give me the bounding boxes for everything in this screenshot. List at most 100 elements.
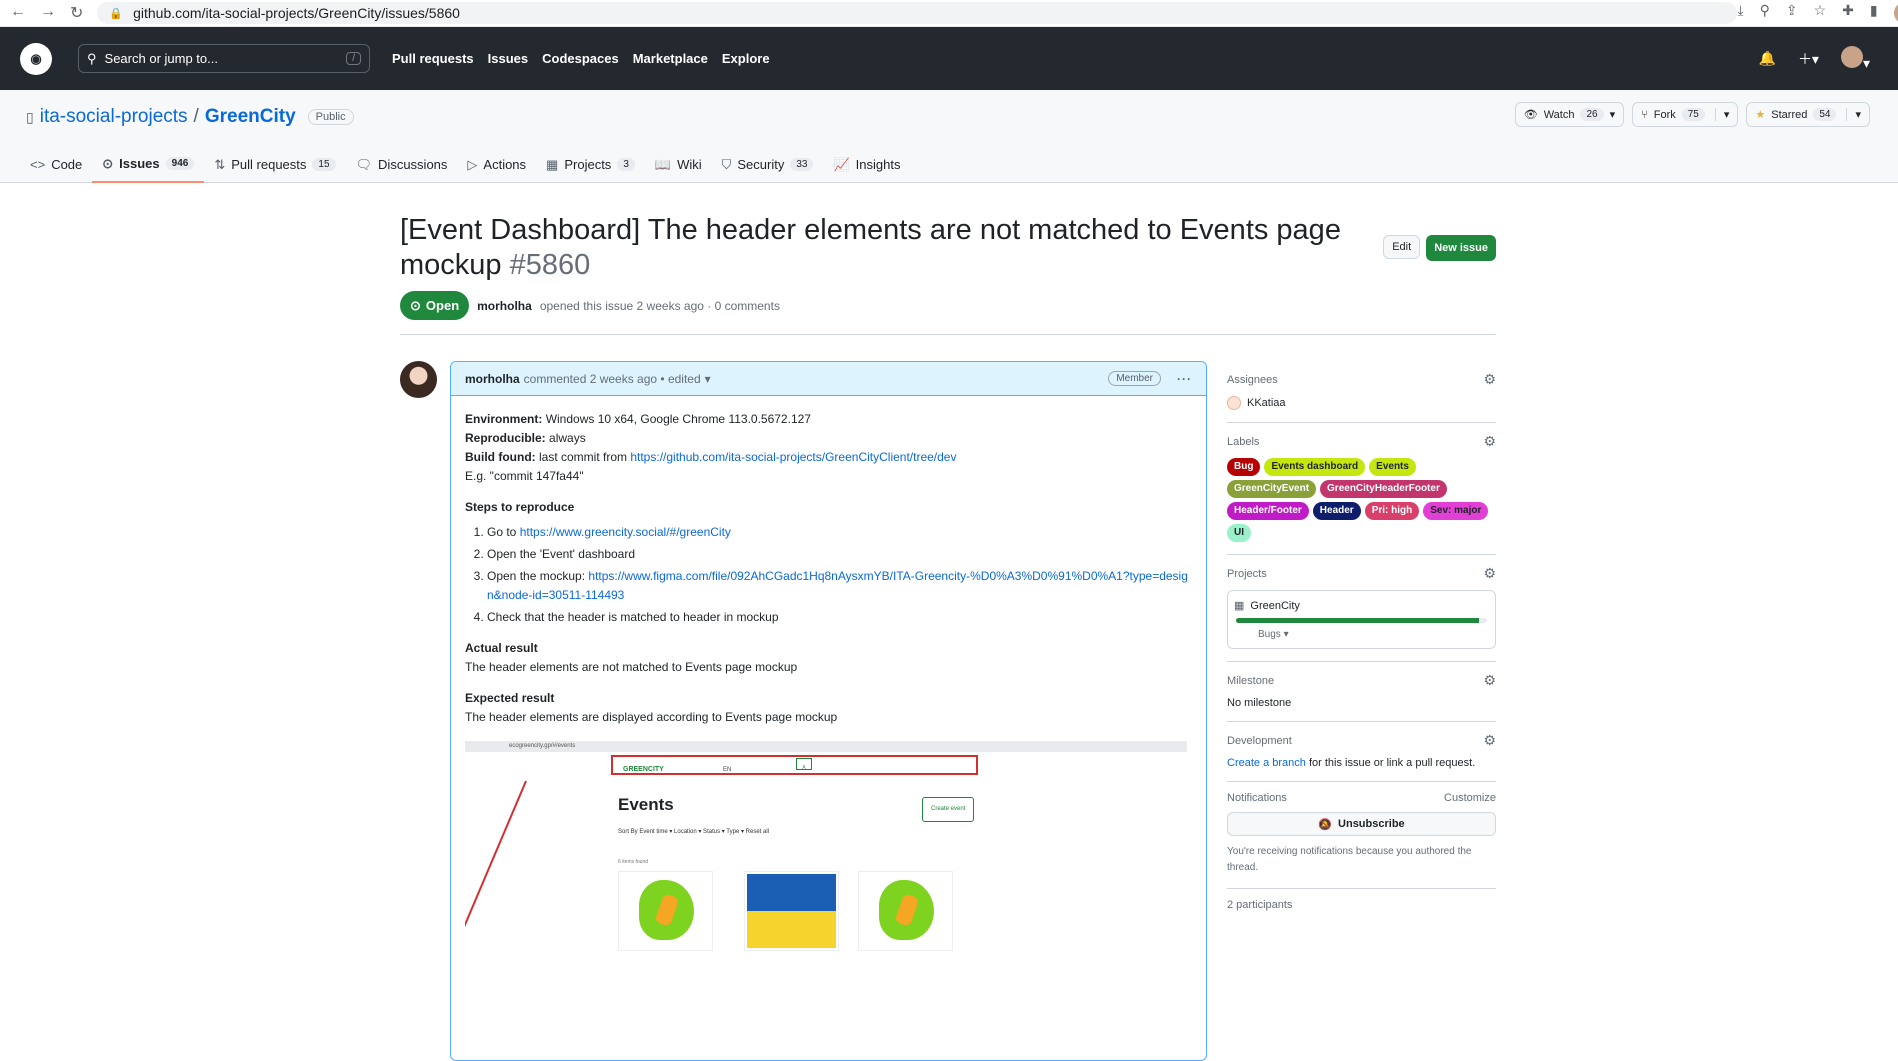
chevron-down-icon[interactable]: ▾ — [1846, 108, 1861, 121]
github-logo-icon[interactable]: ◉ — [20, 42, 52, 75]
step-link[interactable]: https://www.figma.com/file/092AhCGadc1Hq… — [487, 569, 1188, 602]
steps-list: Go to https://www.greencity.social/#/gre… — [487, 523, 1192, 627]
comment-meta[interactable]: commented 2 weeks ago • edited — [524, 372, 701, 386]
gear-icon[interactable]: ⚙ — [1483, 433, 1496, 450]
project-progress-bar — [1236, 618, 1487, 623]
assignee-name: KKatiaa — [1247, 397, 1286, 409]
tab-wiki[interactable]: 📖 Wiki — [645, 146, 712, 183]
assignee-item[interactable]: KKatiaa — [1227, 396, 1496, 410]
edit-title-button[interactable]: Edit — [1383, 235, 1421, 259]
create-new-plus-icon[interactable]: ＋▾ — [1798, 49, 1819, 69]
watch-button[interactable]: 👁 Watch 26 ▾ — [1514, 102, 1625, 127]
unsubscribe-button[interactable]: 🔕 Unsubscribe — [1227, 812, 1496, 836]
star-button[interactable]: ★ Starred 54 ▾ — [1746, 102, 1870, 127]
label-badge[interactable]: Events dashboard — [1264, 458, 1366, 476]
fork-button[interactable]: ⑂ Fork 75 ▾ — [1632, 102, 1739, 127]
reload-icon[interactable]: ↻ — [70, 3, 83, 23]
notifications-bell-icon[interactable]: 🔔 — [1759, 50, 1776, 67]
star-filled-icon: ★ — [1755, 109, 1766, 121]
label-badge[interactable]: GreenCityEvent — [1227, 480, 1317, 498]
customize-link[interactable]: Customize — [1444, 792, 1496, 804]
nav-marketplace[interactable]: Marketplace — [633, 51, 708, 66]
issue-author-link[interactable]: morholha — [477, 299, 532, 313]
new-issue-button[interactable]: New issue — [1426, 235, 1496, 261]
profile-avatar[interactable] — [1893, 2, 1898, 24]
comment-author-avatar[interactable] — [400, 361, 437, 398]
create-branch-link[interactable]: Create a branch — [1227, 757, 1306, 769]
bookmark-star-icon[interactable]: ☆ — [1814, 2, 1827, 24]
watch-label: Watch — [1543, 108, 1575, 121]
tab-actions[interactable]: ▷ Actions — [457, 146, 536, 183]
label-badge[interactable]: Events — [1369, 458, 1416, 476]
gear-icon[interactable]: ⚙ — [1483, 565, 1496, 582]
gear-icon[interactable]: ⚙ — [1483, 371, 1496, 388]
example-line: E.g. "commit 147fa44" — [465, 469, 584, 483]
label-badge[interactable]: Sev: major — [1423, 502, 1489, 520]
label-badge[interactable]: Header — [1312, 502, 1361, 520]
step-text: Go to — [487, 525, 517, 539]
section-title: Assignees — [1227, 373, 1278, 386]
tab-count: 15 — [312, 158, 336, 171]
issue-opened-icon: ⊙ — [102, 155, 114, 171]
label-badge[interactable]: Pri: high — [1364, 502, 1420, 520]
kebab-horizontal-icon[interactable]: ··· — [1177, 372, 1192, 386]
labels-section: Labels ⚙ Bug Events dashboard Events GreenCi… — [1227, 423, 1496, 555]
chevron-down-icon[interactable]: ▾ — [705, 372, 711, 386]
tab-pull-requests[interactable]: ⇅ Pull requests 15 — [204, 146, 345, 183]
tab-label: Insights — [855, 157, 901, 172]
label-badge[interactable]: GreenCityHeaderFooter — [1320, 480, 1447, 498]
label-badge[interactable]: UI — [1227, 524, 1251, 542]
forward-arrow-icon[interactable]: → — [40, 3, 56, 23]
play-icon: ▷ — [467, 156, 478, 172]
global-nav: Pull requests Issues Codespaces Marketpl… — [392, 51, 770, 66]
tab-label: Issues — [119, 156, 160, 171]
zoom-icon[interactable]: ⚲ — [1760, 2, 1770, 24]
tab-security[interactable]: ⛉ Security 33 — [712, 146, 824, 183]
nav-issues[interactable]: Issues — [488, 51, 528, 66]
nav-codespaces[interactable]: Codespaces — [542, 51, 619, 66]
tab-issues[interactable]: ⊙ Issues 946 — [92, 146, 205, 183]
tab-discussions[interactable]: 🗨 Discussions — [346, 146, 458, 183]
download-icon[interactable]: ⤓ — [1737, 2, 1743, 24]
expected-heading: Expected result — [465, 691, 555, 705]
actual-heading: Actual result — [465, 641, 538, 655]
back-arrow-icon[interactable]: ← — [10, 3, 26, 23]
extensions-icon[interactable]: ✚ — [1842, 2, 1854, 24]
project-status[interactable]: Bugs ▾ — [1258, 629, 1489, 640]
repo-owner-link[interactable]: ita-social-projects — [40, 106, 188, 128]
search-icon: ⚲ — [87, 50, 97, 66]
build-line: Build found: last commit from https://gi… — [465, 448, 1192, 467]
chevron-down-icon[interactable]: ▾ — [1714, 108, 1729, 121]
sidepanel-icon[interactable]: ▮ — [1870, 2, 1878, 24]
tab-code[interactable]: <> Code — [20, 146, 92, 183]
screenshot-heading: Events — [618, 795, 674, 814]
illustration-image — [639, 880, 694, 940]
gear-icon[interactable]: ⚙ — [1483, 732, 1496, 749]
tab-insights[interactable]: 📈 Insights — [823, 146, 910, 183]
build-value: last commit from — [538, 450, 627, 464]
nav-pull-requests[interactable]: Pull requests — [392, 51, 474, 66]
tab-projects[interactable]: ▦ Projects 3 — [536, 146, 645, 183]
project-card[interactable]: ▦ GreenCity Bugs ▾ — [1227, 590, 1496, 649]
comment-author-link[interactable]: morholha — [465, 372, 520, 386]
participants-section: 2 participants — [1227, 889, 1496, 931]
nav-explore[interactable]: Explore — [722, 51, 770, 66]
label-badge[interactable]: Header/Footer — [1227, 502, 1309, 520]
step-link[interactable]: https://www.greencity.social/#/greenCity — [520, 525, 731, 539]
development-text: Create a branch for this issue or link a… — [1227, 757, 1496, 769]
tab-count: 3 — [617, 158, 635, 171]
issue-main: [Event Dashboard] The header elements ar… — [400, 213, 1496, 1061]
repo-name-link[interactable]: GreenCity — [205, 106, 296, 128]
share-icon[interactable]: ⇪ — [1786, 2, 1798, 24]
address-bar[interactable]: 🔒 github.com/ita-social-projects/GreenCi… — [97, 2, 1738, 24]
build-link[interactable]: https://github.com/ita-social-projects/G… — [630, 450, 956, 464]
repo-actions: 👁 Watch 26 ▾ ⑂ Fork 75 ▾ ★ Starred 54 ▾ — [1514, 102, 1870, 127]
attached-screenshot[interactable]: ecogreencity.gp/#/events GREENCITY EN ♙ … — [465, 741, 1187, 971]
notification-reason: You're receiving notifications because y… — [1227, 846, 1472, 873]
repo-separator: / — [193, 106, 199, 127]
label-badge[interactable]: Bug — [1227, 458, 1261, 476]
search-input[interactable]: ⚲ Search or jump to... / — [78, 44, 370, 73]
gear-icon[interactable]: ⚙ — [1483, 672, 1496, 689]
user-menu[interactable]: ▾ — [1840, 45, 1870, 72]
fork-count: 75 — [1681, 108, 1705, 121]
